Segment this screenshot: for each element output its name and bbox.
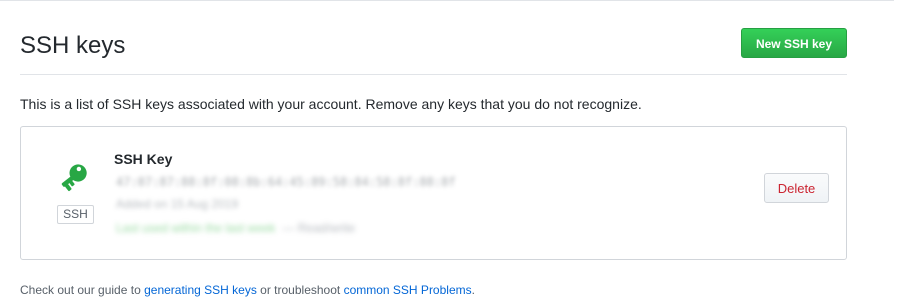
ssh-key-last-used: Last used within the last week [116, 221, 276, 235]
ssh-help-text: Check out our guide to generating SSH ke… [20, 283, 475, 298]
ssh-key-list: SSH SSH Key 47:07:87:88:8f:08:8b:64:45:8… [20, 126, 847, 260]
ssh-keys-header: SSH keys New SSH key [20, 28, 847, 75]
ssh-key-access: — Read/write [282, 221, 356, 235]
help-middle: or troubleshoot [260, 283, 341, 297]
key-icon [61, 164, 87, 192]
generating-ssh-keys-link[interactable]: generating SSH keys [144, 283, 257, 297]
right-edge [894, 0, 898, 306]
common-ssh-problems-link[interactable]: common SSH Problems [344, 283, 472, 297]
top-border [0, 0, 898, 1]
ssh-key-visual: SSH [55, 163, 97, 225]
ssh-key-added-date: Added on 15 Aug 2019 [116, 197, 239, 211]
help-suffix: . [471, 283, 475, 297]
ssh-key-fingerprint: 47:07:87:88:8f:08:8b:64:45:89:58:84:58:8… [116, 175, 456, 189]
ssh-key-details: SSH Key 47:07:87:88:8f:08:8b:64:45:89:58… [114, 150, 564, 246]
new-ssh-key-button[interactable]: New SSH key [741, 28, 847, 58]
ssh-keys-description: This is a list of SSH keys associated wi… [20, 96, 642, 112]
ssh-type-badge: SSH [57, 205, 94, 224]
ssh-key-title: SSH Key [114, 151, 173, 167]
help-prefix: Check out our guide to [20, 283, 141, 297]
delete-ssh-key-button[interactable]: Delete [764, 173, 829, 203]
page-title: SSH keys [20, 32, 126, 59]
ssh-key-usage-status: Last used within the last week — Read/wri… [116, 221, 426, 235]
